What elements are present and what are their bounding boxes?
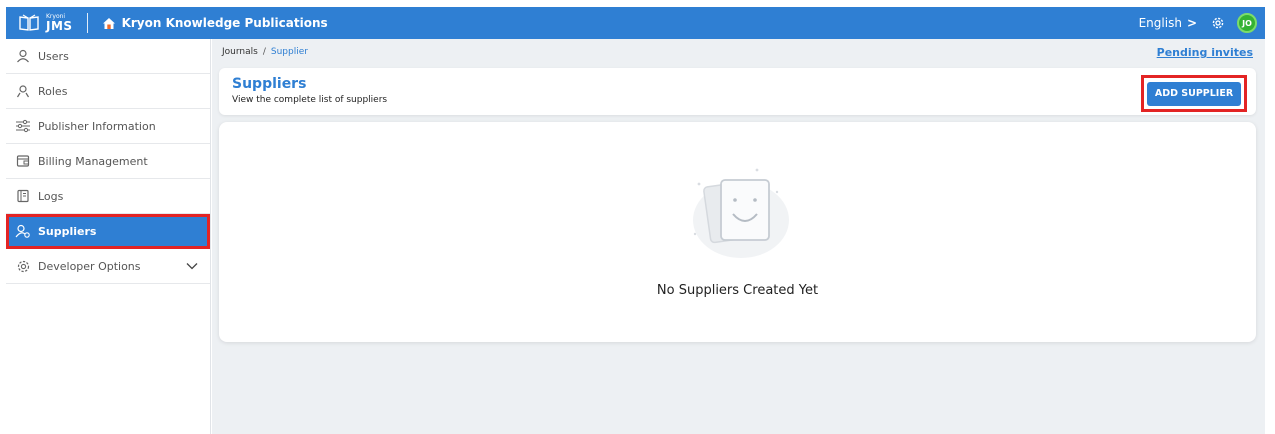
add-supplier-button[interactable]: ADD SUPPLIER (1147, 81, 1241, 106)
sidebar-item-label: Users (38, 49, 69, 63)
app-root: Kryoni JMS Kryon Knowledge Publications … (0, 0, 1275, 434)
topbar-actions: English > JO (1139, 13, 1265, 33)
add-supplier-highlight: ADD SUPPLIER (1141, 75, 1247, 112)
sidebar-item-users[interactable]: Users (6, 39, 210, 74)
book-logo-icon (18, 14, 40, 32)
gear-icon (14, 257, 32, 275)
chevron-down-icon[interactable] (186, 262, 198, 270)
user-avatar[interactable]: JO (1237, 13, 1257, 33)
empty-state-illustration-icon (679, 162, 799, 266)
language-label: English (1138, 16, 1182, 30)
brand-logo[interactable]: Kryoni JMS (6, 7, 73, 39)
breadcrumb: Journals / Supplier (212, 39, 1265, 65)
brand-name: JMS (46, 19, 73, 33)
top-bar: Kryoni JMS Kryon Knowledge Publications … (6, 7, 1265, 39)
breadcrumb-journals[interactable]: Journals (222, 47, 258, 57)
sidebar-item-logs[interactable]: Logs (6, 179, 210, 214)
sidebar-item-label: Logs (38, 189, 64, 203)
home-icon[interactable] (102, 17, 116, 30)
page-subtitle: View the complete list of suppliers (232, 95, 388, 105)
language-selector[interactable]: English > (1139, 16, 1197, 30)
wallet-icon (14, 152, 32, 170)
sidebar-item-label: Roles (38, 84, 68, 98)
sliders-icon (14, 117, 32, 135)
logs-icon (14, 187, 32, 205)
empty-state-card: No Suppliers Created Yet (219, 122, 1256, 342)
sidebar-item-label: Publisher Information (38, 119, 156, 133)
user-icon (14, 47, 32, 65)
supplier-icon (14, 222, 32, 240)
sidebar-item-publisher-information[interactable]: Publisher Information (6, 109, 210, 144)
sidebar-item-label: Billing Management (38, 154, 148, 168)
sidebar-item-roles[interactable]: Roles (6, 74, 210, 109)
sidebar-item-developer-options[interactable]: Developer Options (6, 249, 210, 284)
sidebar-item-label: Developer Options (38, 259, 141, 273)
page-header-card: Suppliers View the complete list of supp… (219, 68, 1256, 115)
roles-icon (14, 82, 32, 100)
sidebar: Users Roles Publisher Information Billin… (6, 39, 211, 434)
breadcrumb-supplier: Supplier (270, 47, 308, 57)
page-title: Suppliers (232, 76, 307, 92)
settings-gear-icon[interactable] (1211, 16, 1225, 30)
breadcrumb-separator: / (262, 47, 266, 57)
pending-invites-link[interactable]: Pending invites (1157, 46, 1253, 59)
sidebar-item-billing-management[interactable]: Billing Management (6, 144, 210, 179)
sidebar-item-label: Suppliers (38, 224, 97, 238)
sidebar-item-suppliers[interactable]: Suppliers (6, 214, 210, 249)
brand-text: Kryoni JMS (46, 14, 73, 33)
empty-state-message: No Suppliers Created Yet (656, 283, 819, 298)
main-content: Journals / Supplier Pending invites Supp… (212, 39, 1265, 434)
publisher-title: Kryon Knowledge Publications (121, 16, 328, 30)
chevron-right-icon: > (1186, 16, 1197, 30)
topbar-divider (86, 13, 88, 33)
